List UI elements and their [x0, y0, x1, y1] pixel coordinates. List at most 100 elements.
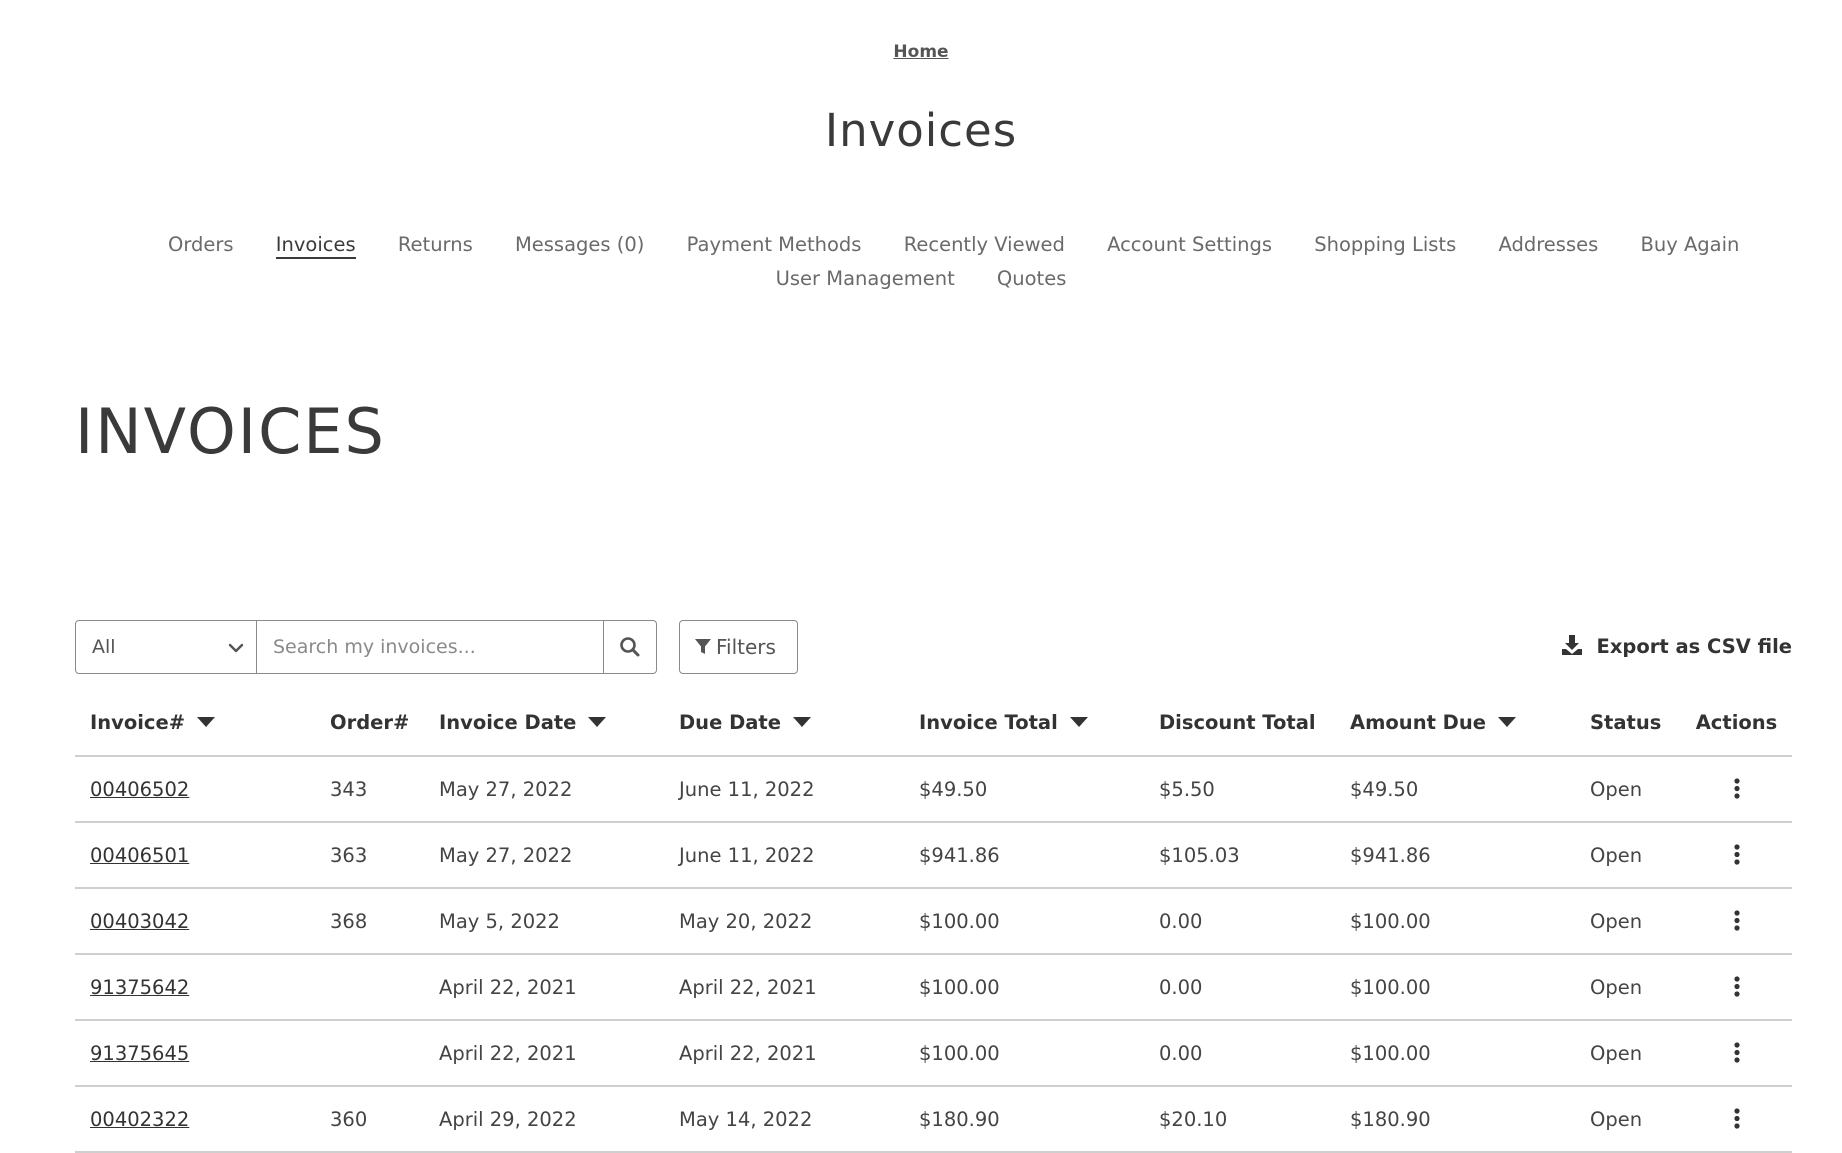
invoice-toolbar: All Filters Export as CSV file: [75, 620, 1792, 676]
more-actions-icon[interactable]: [1722, 1038, 1752, 1068]
table-row: 00406502 343 May 27, 2022 June 11, 2022 …: [75, 756, 1792, 823]
export-csv-label: Export as CSV file: [1596, 635, 1793, 658]
scope-select[interactable]: All: [75, 620, 257, 674]
sort-down-icon[interactable]: [588, 717, 607, 727]
status: Open: [1575, 1086, 1681, 1153]
discount-total: 0.00: [1144, 888, 1335, 955]
amount-due: $49.50: [1335, 756, 1575, 823]
table-row: 00406501 363 May 27, 2022 June 11, 2022 …: [75, 822, 1792, 889]
nav-user-management[interactable]: User Management: [776, 265, 955, 293]
col-invoice-date[interactable]: Invoice Date: [424, 690, 664, 757]
discount-total: 0.00: [1144, 1020, 1335, 1087]
breadcrumb: Home: [0, 42, 1842, 62]
nav-shopping-lists[interactable]: Shopping Lists: [1314, 231, 1456, 259]
filters-label: Filters: [716, 635, 776, 659]
discount-total: 0.00: [1144, 954, 1335, 1021]
invoice-date: May 5, 2022: [424, 888, 664, 955]
status: Open: [1575, 756, 1681, 823]
col-order-number: Order#: [315, 690, 424, 757]
table-row: 91375642 April 22, 2021 April 22, 2021 $…: [75, 954, 1792, 1021]
more-actions-icon[interactable]: [1722, 840, 1752, 870]
order-number: [315, 954, 424, 1021]
nav-quotes[interactable]: Quotes: [997, 265, 1066, 293]
order-number: 368: [315, 888, 424, 955]
status: Open: [1575, 954, 1681, 1021]
invoice-link[interactable]: 91375645: [90, 1042, 189, 1065]
account-nav-row-2: User Management Quotes: [150, 262, 1692, 296]
nav-recently-viewed[interactable]: Recently Viewed: [904, 231, 1065, 259]
breadcrumb-home-link[interactable]: Home: [893, 42, 948, 62]
amount-due: $180.90: [1335, 1086, 1575, 1153]
discount-total: $105.03: [1144, 822, 1335, 889]
invoice-total: $180.90: [904, 1086, 1144, 1153]
col-invoice-total[interactable]: Invoice Total: [904, 690, 1144, 757]
order-number: 343: [315, 756, 424, 823]
invoice-link[interactable]: 00402322: [90, 1108, 189, 1131]
invoice-link[interactable]: 00403042: [90, 910, 189, 933]
invoice-total: $100.00: [904, 888, 1144, 955]
nav-invoices[interactable]: Invoices: [275, 233, 356, 259]
status: Open: [1575, 822, 1681, 889]
discount-total: $20.10: [1144, 1086, 1335, 1153]
sort-down-icon[interactable]: [1497, 717, 1516, 727]
nav-returns[interactable]: Returns: [398, 231, 473, 259]
export-csv-button[interactable]: Export as CSV file: [1561, 620, 1793, 674]
invoice-total: $941.86: [904, 822, 1144, 889]
due-date: May 20, 2022: [664, 888, 904, 955]
col-status: Status: [1575, 690, 1681, 757]
scope-select-value: All: [92, 636, 116, 658]
filter-icon: [695, 639, 711, 654]
status: Open: [1575, 888, 1681, 955]
nav-payment-methods[interactable]: Payment Methods: [687, 231, 862, 259]
col-amount-due[interactable]: Amount Due: [1335, 690, 1575, 757]
more-actions-icon[interactable]: [1722, 774, 1752, 804]
section-heading: INVOICES: [75, 395, 386, 468]
search-input[interactable]: [256, 620, 604, 674]
nav-buy-again[interactable]: Buy Again: [1640, 231, 1739, 259]
invoice-link[interactable]: 00406502: [90, 778, 189, 801]
col-due-date[interactable]: Due Date: [664, 690, 904, 757]
due-date: April 22, 2021: [664, 1020, 904, 1087]
search-icon: [620, 637, 640, 657]
more-actions-icon[interactable]: [1722, 1104, 1752, 1134]
download-icon: [1561, 635, 1582, 655]
col-actions: Actions: [1681, 690, 1792, 757]
amount-due: $100.00: [1335, 1020, 1575, 1087]
due-date: May 14, 2022: [664, 1086, 904, 1153]
account-nav-row-1: Orders Invoices Returns Messages (0) Pay…: [150, 228, 1739, 262]
amount-due: $100.00: [1335, 888, 1575, 955]
discount-total: $5.50: [1144, 756, 1335, 823]
more-actions-icon[interactable]: [1722, 906, 1752, 936]
invoice-link[interactable]: 91375642: [90, 976, 189, 999]
invoice-date: April 22, 2021: [424, 954, 664, 1021]
amount-due: $100.00: [1335, 954, 1575, 1021]
invoice-total: $49.50: [904, 756, 1144, 823]
invoice-date: April 22, 2021: [424, 1020, 664, 1087]
invoice-date: April 29, 2022: [424, 1086, 664, 1153]
more-actions-icon[interactable]: [1722, 972, 1752, 1002]
nav-messages[interactable]: Messages (0): [515, 231, 644, 259]
order-number: 363: [315, 822, 424, 889]
search-button[interactable]: [603, 620, 657, 674]
invoice-date: May 27, 2022: [424, 756, 664, 823]
sort-down-icon[interactable]: [792, 717, 811, 727]
table-row: 00402322 360 April 29, 2022 May 14, 2022…: [75, 1086, 1792, 1153]
sort-down-icon[interactable]: [197, 717, 216, 727]
invoice-date: May 27, 2022: [424, 822, 664, 889]
table-row: 91375645 April 22, 2021 April 22, 2021 $…: [75, 1020, 1792, 1087]
sort-down-icon[interactable]: [1069, 717, 1088, 727]
invoice-link[interactable]: 00406501: [90, 844, 189, 867]
order-number: 360: [315, 1086, 424, 1153]
nav-addresses[interactable]: Addresses: [1498, 231, 1598, 259]
filters-button[interactable]: Filters: [679, 620, 798, 674]
table-header-row: Invoice# Order# Invoice Date Due Date In…: [75, 690, 1792, 757]
invoice-total: $100.00: [904, 1020, 1144, 1087]
status: Open: [1575, 1020, 1681, 1087]
col-invoice-number[interactable]: Invoice#: [75, 690, 315, 757]
amount-due: $941.86: [1335, 822, 1575, 889]
nav-account-settings[interactable]: Account Settings: [1107, 231, 1272, 259]
invoices-table: Invoice# Order# Invoice Date Due Date In…: [75, 690, 1792, 1153]
chevron-down-icon: [228, 643, 244, 653]
due-date: June 11, 2022: [664, 756, 904, 823]
nav-orders[interactable]: Orders: [168, 231, 234, 259]
